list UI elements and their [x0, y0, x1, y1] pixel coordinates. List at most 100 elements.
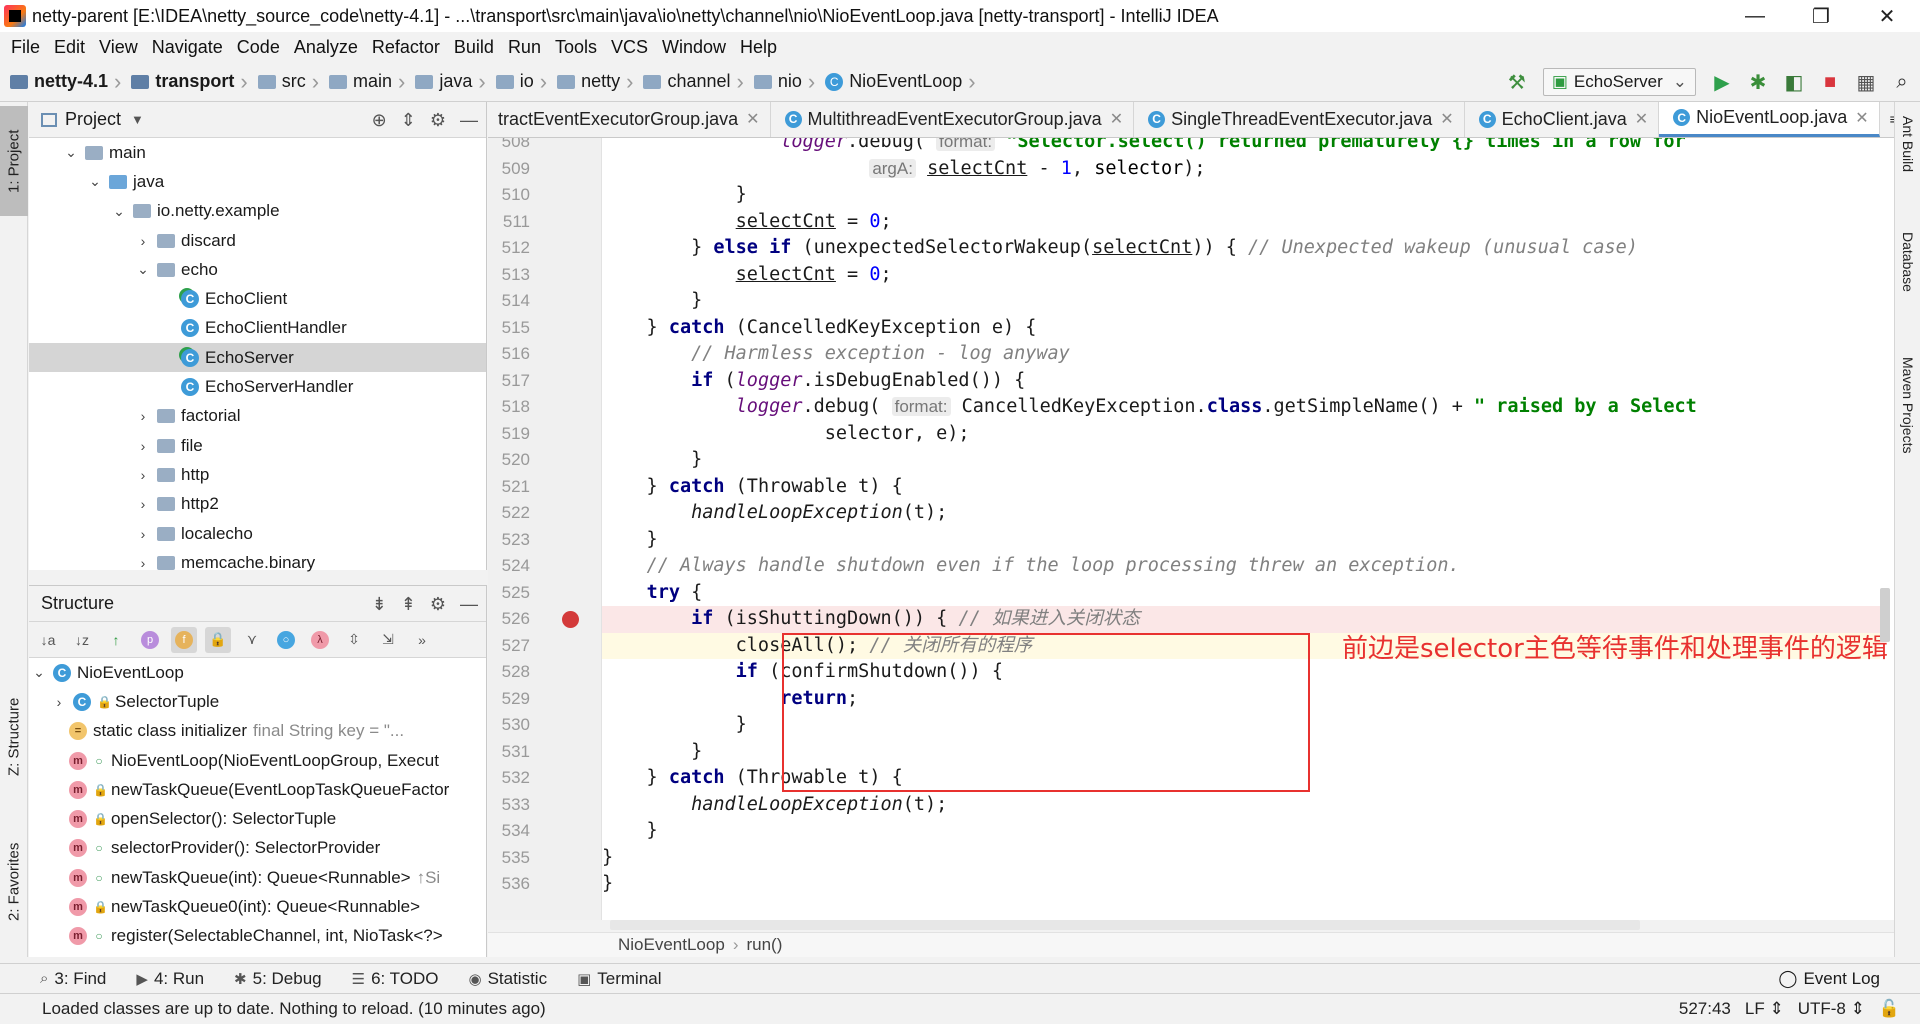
caret-position[interactable]: 527:43	[1679, 999, 1731, 1019]
locate-icon[interactable]: ⊕	[372, 110, 387, 131]
tree-item[interactable]: ⌄ java	[29, 167, 486, 196]
breadcrumb-method[interactable]: run()	[746, 935, 782, 955]
stop-icon[interactable]: ■	[1812, 64, 1848, 100]
chevron-right-icon[interactable]: ›	[133, 233, 153, 249]
chevron-down-icon[interactable]: ⌄	[61, 144, 81, 161]
close-tab-icon[interactable]: ✕	[1855, 108, 1868, 128]
menu-build[interactable]: Build	[447, 37, 501, 58]
expand-all-icon[interactable]: ⇟	[372, 594, 387, 615]
breadcrumb-class[interactable]: NioEventLoop	[618, 935, 725, 955]
close-tab-icon[interactable]: ✕	[746, 109, 759, 129]
structure-item[interactable]: m 🔒 openSelector(): SelectorTuple	[29, 804, 486, 833]
breadcrumb-src[interactable]: src ›	[257, 69, 325, 95]
editor-tab[interactable]: C SingleThreadEventExecutor.java ✕	[1134, 102, 1465, 137]
lock-icon[interactable]: 🔓	[1879, 999, 1900, 1019]
menu-window[interactable]: Window	[655, 37, 733, 58]
tab-database[interactable]: Database	[1895, 232, 1920, 352]
file-encoding[interactable]: UTF-8 ⇕	[1798, 999, 1865, 1019]
lambda-icon[interactable]: λ	[307, 627, 333, 653]
breadcrumb-nioeventloop[interactable]: C NioEventLoop ›	[825, 69, 981, 95]
close-window-button[interactable]: ✕	[1854, 0, 1920, 32]
vertical-scrollbar[interactable]	[1880, 588, 1890, 642]
tab-favorites[interactable]: 2: Favorites	[0, 822, 28, 942]
breadcrumb-channel[interactable]: channel ›	[643, 69, 749, 95]
chevron-right-icon[interactable]: ›	[133, 438, 153, 454]
tree-item[interactable]: › memcache.binary	[29, 548, 486, 577]
chevron-right-icon[interactable]: ›	[133, 467, 153, 483]
close-tab-icon[interactable]: ✕	[1635, 109, 1648, 129]
close-tab-icon[interactable]: ✕	[1110, 109, 1123, 129]
tree-item[interactable]: ⌄ main	[29, 138, 486, 167]
tree-item[interactable]: C EchoClient	[29, 284, 486, 313]
breadcrumb-netty-4-1[interactable]: netty-4.1 ›	[10, 69, 127, 95]
chevron-down-icon[interactable]: ⌄	[109, 203, 129, 220]
breadcrumb-java[interactable]: java ›	[415, 69, 491, 95]
close-tab-icon[interactable]: ✕	[1440, 109, 1453, 129]
chevron-down-icon[interactable]: ▼	[131, 112, 144, 127]
tab-maven-projects[interactable]: Maven Projects	[1895, 357, 1920, 517]
chevron-down-icon[interactable]: ⌄	[85, 173, 105, 190]
structure-item[interactable]: = static class initializer final String ke…	[29, 717, 486, 746]
tool-statistic[interactable]: ◉ Statistic	[468, 969, 547, 989]
line-separator[interactable]: LF ⇕	[1745, 999, 1784, 1019]
structure-item[interactable]: m ○ register(SelectableChannel, int, NioTa…	[29, 922, 486, 951]
tool-6-todo[interactable]: ☰ 6: TODO	[352, 969, 439, 989]
tree-item[interactable]: › http	[29, 460, 486, 489]
tree-item[interactable]: ⌄ echo	[29, 255, 486, 284]
editor-tab[interactable]: tractEventExecutorGroup.java ✕	[488, 102, 771, 137]
structure-item[interactable]: › C 🔒 SelectorTuple	[29, 687, 486, 716]
project-structure-icon[interactable]: ▦	[1848, 64, 1884, 100]
chevron-down-icon[interactable]: ⌄	[133, 261, 153, 278]
more-icon[interactable]: »	[409, 627, 435, 653]
tab-project[interactable]: 1: Project	[0, 106, 28, 216]
tree-item[interactable]: C EchoClientHandler	[29, 314, 486, 343]
tree-item[interactable]: › factorial	[29, 402, 486, 431]
gear-icon[interactable]: ⚙	[430, 110, 446, 131]
tree-item[interactable]: › localecho	[29, 519, 486, 548]
project-panel-title[interactable]: Project	[65, 109, 121, 130]
breadcrumb-transport[interactable]: transport ›	[131, 69, 253, 95]
editor-tab[interactable]: C NioEventLoop.java ✕	[1659, 102, 1880, 137]
menu-vcs[interactable]: VCS	[604, 37, 655, 58]
tab-ant-build[interactable]: Ant Build	[1895, 116, 1920, 216]
tree-item[interactable]: › http2	[29, 490, 486, 519]
menu-edit[interactable]: Edit	[47, 37, 92, 58]
menu-view[interactable]: View	[92, 37, 145, 58]
tree-item[interactable]: › discard	[29, 226, 486, 255]
show-fields-icon[interactable]: f	[171, 626, 197, 653]
tree-item[interactable]: ⌄ io.netty.example	[29, 197, 486, 226]
build-hammer-icon[interactable]: ⚒	[1499, 64, 1535, 100]
menu-help[interactable]: Help	[733, 37, 784, 58]
sort-visibility-icon[interactable]: ↓z	[69, 627, 95, 653]
editor-tab[interactable]: C EchoClient.java ✕	[1465, 102, 1660, 137]
structure-item[interactable]: m 🔒 newTaskQueue0(int): Queue<Runnable>	[29, 892, 486, 921]
code-editor[interactable]: 508 509 510 511 512 513 514 515 516 517 518 519 520 5…	[488, 138, 1894, 920]
search-icon[interactable]: ⌕	[1884, 64, 1920, 100]
hide-icon[interactable]: —	[460, 110, 478, 131]
menu-analyze[interactable]: Analyze	[287, 37, 365, 58]
tool-4-run[interactable]: ▶ 4: Run	[136, 969, 204, 989]
coverage-icon[interactable]: ◧	[1776, 64, 1812, 100]
editor-tab[interactable]: C MultithreadEventExecutorGroup.java ✕	[771, 102, 1135, 137]
show-lambdas-icon[interactable]: ⋎	[239, 627, 265, 653]
chevron-right-icon[interactable]: ›	[49, 694, 69, 710]
structure-item[interactable]: m ○ newTaskQueue(int): Queue<Runnable> ↑Si	[29, 863, 486, 892]
chevron-right-icon[interactable]: ›	[133, 526, 153, 542]
menu-file[interactable]: File	[4, 37, 47, 58]
more-tabs-button[interactable]: ≡2	[1880, 102, 1894, 137]
tool-5-debug[interactable]: ✱ 5: Debug	[234, 969, 322, 989]
horizontal-scrollbar[interactable]	[610, 920, 1640, 930]
tab-structure[interactable]: Z: Structure	[0, 682, 28, 792]
minimize-button[interactable]: —	[1722, 0, 1788, 32]
chevron-right-icon[interactable]: ›	[133, 555, 153, 571]
structure-item[interactable]: m ○ NioEventLoop(NioEventLoopGroup, Execut	[29, 746, 486, 775]
breadcrumb-nio[interactable]: nio ›	[753, 69, 821, 95]
tool-3-find[interactable]: ⌕ 3: Find	[40, 969, 106, 989]
structure-root[interactable]: ⌄ C NioEventLoop	[29, 658, 486, 687]
menu-navigate[interactable]: Navigate	[145, 37, 230, 58]
run-icon[interactable]: ▶	[1704, 64, 1740, 100]
show-non-public-icon[interactable]: 🔒	[205, 626, 231, 653]
debug-icon[interactable]: ✱	[1740, 64, 1776, 100]
breadcrumb-netty[interactable]: netty ›	[557, 69, 639, 95]
sort-alpha-icon[interactable]: ↓a	[35, 627, 61, 653]
